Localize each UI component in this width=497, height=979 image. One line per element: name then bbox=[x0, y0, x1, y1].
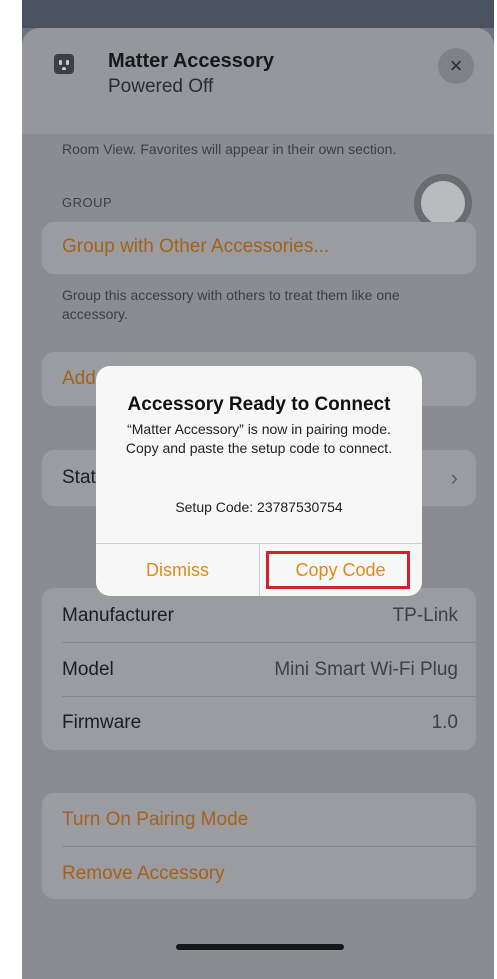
status-bar-area bbox=[22, 0, 494, 28]
manufacturer-label: Manufacturer bbox=[62, 605, 174, 626]
chevron-right-icon: › bbox=[450, 465, 458, 490]
favorites-note: Room View. Favorites will appear in thei… bbox=[62, 141, 397, 157]
add-row-label[interactable]: Add bbox=[62, 368, 96, 390]
divider bbox=[62, 696, 476, 697]
divider bbox=[62, 642, 476, 643]
group-section-label: GROUP bbox=[62, 195, 113, 210]
actions-card: Turn On Pairing Mode Remove Accessory bbox=[42, 793, 476, 899]
group-card: Group with Other Accessories... bbox=[42, 222, 476, 274]
group-note: Group this accessory with others to trea… bbox=[62, 287, 400, 322]
home-indicator[interactable] bbox=[176, 944, 344, 950]
divider bbox=[62, 846, 476, 847]
accessory-ready-alert: Accessory Ready to Connect “Matter Acces… bbox=[96, 366, 422, 596]
alert-title: Accessory Ready to Connect bbox=[127, 394, 391, 415]
status-row-label[interactable]: Stat bbox=[62, 467, 96, 489]
setup-code-text: Setup Code: 23787530754 bbox=[175, 499, 343, 515]
firmware-value: 1.0 bbox=[431, 712, 458, 733]
model-value: Mini Smart Wi-Fi Plug bbox=[274, 659, 458, 680]
info-card: Manufacturer TP-Link Model Mini Smart Wi… bbox=[42, 588, 476, 750]
copy-code-highlight bbox=[266, 551, 410, 589]
turn-on-pairing-mode-button[interactable]: Turn On Pairing Mode bbox=[62, 809, 248, 831]
phone-screen: Matter Accessory Powered Off × Room View… bbox=[22, 0, 494, 979]
sheet-header: Matter Accessory Powered Off × bbox=[22, 28, 494, 134]
outlet-icon bbox=[54, 54, 74, 74]
model-label: Model bbox=[62, 659, 114, 680]
manufacturer-value: TP-Link bbox=[392, 605, 458, 626]
alert-message: “Matter Accessory” is now in pairing mod… bbox=[125, 421, 393, 456]
dismiss-button[interactable]: Dismiss bbox=[96, 544, 259, 596]
accessory-title: Matter Accessory bbox=[108, 50, 275, 72]
close-button[interactable]: × bbox=[438, 48, 474, 84]
group-with-other-accessories-link[interactable]: Group with Other Accessories... bbox=[62, 236, 329, 258]
accessory-settings-sheet: Matter Accessory Powered Off × Room View… bbox=[22, 28, 494, 979]
accessory-status: Powered Off bbox=[108, 76, 214, 97]
remove-accessory-button[interactable]: Remove Accessory bbox=[62, 863, 225, 885]
firmware-label: Firmware bbox=[62, 712, 142, 733]
